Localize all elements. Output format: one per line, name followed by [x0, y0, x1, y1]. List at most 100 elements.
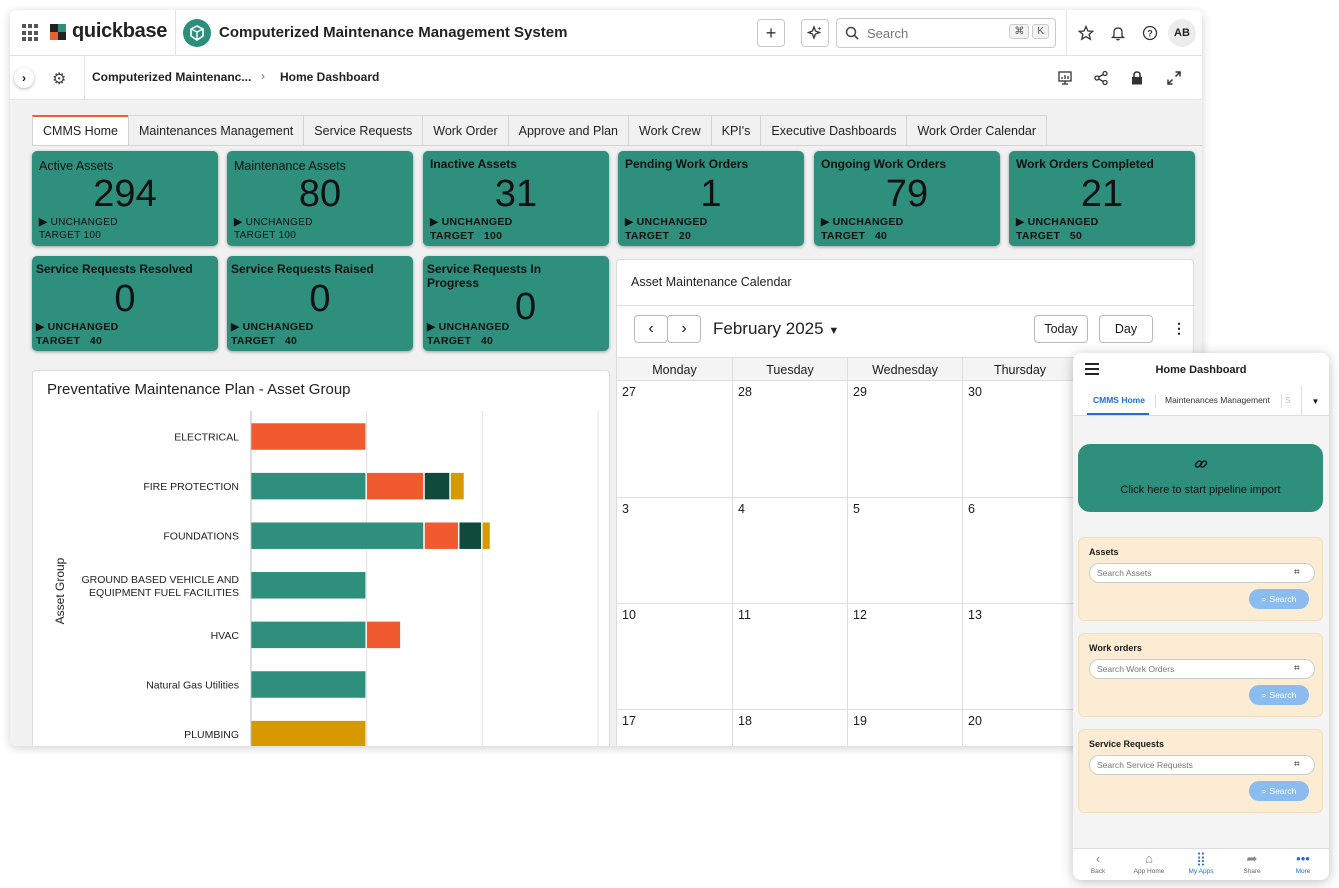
help-icon[interactable]: ? — [1140, 23, 1160, 43]
next-month-button[interactable]: › — [667, 315, 701, 343]
quickbase-logo[interactable]: quickbase — [50, 20, 167, 43]
kpi-target: TARGET 100 — [234, 230, 297, 241]
breadcrumb-current-page: Home Dashboard — [280, 70, 380, 84]
add-button[interactable]: + — [757, 19, 785, 47]
ai-assist-button[interactable] — [801, 19, 829, 47]
tab-cmms-home[interactable]: CMMS Home — [32, 115, 130, 145]
mobile-tab-maintenances-management[interactable]: Maintenances Management — [1165, 395, 1270, 405]
avatar[interactable]: AB — [1168, 19, 1196, 47]
view-day-button[interactable]: Day — [1099, 315, 1153, 343]
kpi-card-maintenance-assets[interactable]: Maintenance Assets 80 ▶ UNCHANGED TARGET… — [227, 151, 413, 246]
search-work-orders-button[interactable]: ⌕ Search — [1249, 685, 1309, 705]
caret-down-icon[interactable]: ▼ — [1301, 386, 1329, 416]
search-assets-input[interactable]: Search Assets — [1089, 563, 1315, 583]
tab-service-requests[interactable]: Service Requests — [303, 115, 424, 145]
presentation-icon[interactable] — [1055, 68, 1075, 88]
chevron-right-icon: › — [22, 71, 26, 85]
calendar-day-cell[interactable]: 28 — [733, 381, 848, 498]
divider — [175, 10, 176, 56]
play-icon: ▶ — [36, 321, 48, 333]
calendar-day-cell[interactable]: 30 — [963, 381, 1078, 498]
kpi-title: Inactive Assets — [430, 157, 517, 171]
share-icon[interactable] — [1091, 68, 1111, 88]
today-button[interactable]: Today — [1034, 315, 1088, 343]
footer-share[interactable]: ➦ Share — [1230, 851, 1274, 875]
calendar-day-cell[interactable]: 27 — [617, 381, 733, 498]
play-icon: ▶ — [430, 216, 442, 228]
calendar-day-cell[interactable]: 4 — [733, 498, 848, 604]
mobile-footer-nav: ‹ Back ⌂ App Home ⣿ My Apps ➦ Share ••• More — [1073, 848, 1329, 880]
calendar-day-cell[interactable]: 19 — [848, 710, 963, 746]
barcode-scan-icon[interactable]: ⌗ — [1294, 663, 1300, 674]
calendar-day-cell[interactable]: 6 — [963, 498, 1078, 604]
kpi-title: Maintenance Assets — [234, 159, 346, 173]
kpi-card-service-requests-raised[interactable]: Service Requests Raised 0 ▶ UNCHANGED TA… — [227, 256, 413, 351]
barcode-scan-icon[interactable]: ⌗ — [1294, 759, 1300, 770]
kpi-card-service-requests-in-progress[interactable]: Service Requests In Progress 0 ▶ UNCHANG… — [423, 256, 609, 351]
weekday-header: Wednesday — [848, 357, 963, 381]
mobile-tab-service-requests[interactable]: S — [1285, 395, 1291, 405]
search-input[interactable] — [867, 25, 1007, 41]
breadcrumb-app-link[interactable]: Computerized Maintenanc... — [92, 70, 251, 84]
chart-category-label: Natural Gas Utilities — [146, 680, 239, 692]
app-icon[interactable] — [183, 19, 211, 47]
kpi-target: TARGET 40 — [36, 335, 103, 347]
footer-back[interactable]: ‹ Back — [1076, 851, 1120, 875]
pipeline-import-label: Click here to start pipeline import — [1120, 484, 1281, 496]
calendar-day-cell[interactable]: 3 — [617, 498, 733, 604]
calendar-day-cell[interactable]: 11 — [733, 604, 848, 710]
lock-icon[interactable] — [1127, 68, 1147, 88]
kpi-card-service-requests-resolved[interactable]: Service Requests Resolved 0 ▶ UNCHANGED … — [32, 256, 218, 351]
calendar-day-cell[interactable]: 18 — [733, 710, 848, 746]
mobile-tab-cmms-home[interactable]: CMMS Home — [1093, 395, 1145, 405]
calendar-day-cell[interactable]: 29 — [848, 381, 963, 498]
search-service-requests-button[interactable]: ⌕ Search — [1249, 781, 1309, 801]
search-service-requests-input[interactable]: Search Service Requests — [1089, 755, 1315, 775]
tab-work-crew[interactable]: Work Crew — [628, 115, 712, 145]
search-work-orders-input[interactable]: Search Work Orders — [1089, 659, 1315, 679]
gear-icon[interactable]: ⚙ — [52, 69, 66, 89]
calendar-day-cell[interactable]: 20 — [963, 710, 1078, 746]
month-picker[interactable]: February 2025 ▼ — [713, 319, 839, 339]
footer-more[interactable]: ••• More — [1281, 851, 1325, 875]
expand-sidebar-button[interactable]: › — [14, 68, 34, 88]
calendar-day-cell[interactable]: 12 — [848, 604, 963, 710]
calendar-day-cell[interactable]: 17 — [617, 710, 733, 746]
kpi-card-pending-work-orders[interactable]: Pending Work Orders 1 ▶ UNCHANGED TARGET… — [618, 151, 804, 246]
search-assets-button[interactable]: ⌕ Search — [1249, 589, 1309, 609]
barcode-scan-icon[interactable]: ⌗ — [1294, 567, 1300, 578]
tab-work-order-calendar[interactable]: Work Order Calendar — [906, 115, 1048, 145]
calendar-day-cell[interactable]: 13 — [963, 604, 1078, 710]
pipeline-import-button[interactable]: Click here to start pipeline import — [1078, 444, 1323, 512]
chart-category-label: ELECTRICAL — [174, 432, 239, 444]
kpi-card-ongoing-work-orders[interactable]: Ongoing Work Orders 79 ▶ UNCHANGED TARGE… — [814, 151, 1000, 246]
app-switcher-icon[interactable] — [22, 24, 40, 42]
calendar-day-cell[interactable]: 10 — [617, 604, 733, 710]
more-vertical-icon[interactable]: ⋮ — [1172, 320, 1186, 337]
tab-maintenances-management[interactable]: Maintenances Management — [128, 115, 305, 145]
footer-my-apps[interactable]: ⣿ My Apps — [1179, 851, 1223, 875]
chart-bar-segment — [250, 720, 366, 746]
kpi-value: 31 — [494, 173, 538, 215]
tab-executive-dashboards[interactable]: Executive Dashboards — [760, 115, 908, 145]
kpi-card-inactive-assets[interactable]: Inactive Assets 31 ▶ UNCHANGED TARGET 10… — [423, 151, 609, 246]
tab-work-order[interactable]: Work Order — [422, 115, 509, 145]
favorites-star-icon[interactable] — [1076, 23, 1096, 43]
fullscreen-icon[interactable] — [1164, 68, 1184, 88]
kpi-card-work-orders-completed[interactable]: Work Orders Completed 21 ▶ UNCHANGED TAR… — [1009, 151, 1195, 246]
tab-approve-and-plan[interactable]: Approve and Plan — [507, 115, 630, 145]
kpi-card-active-assets[interactable]: Active Assets 294 ▶ UNCHANGED TARGET 100 — [32, 151, 218, 246]
kpi-value: 80 — [298, 173, 342, 215]
prev-month-button[interactable]: ‹ — [634, 315, 668, 343]
tab-kpis[interactable]: KPI's — [710, 115, 762, 145]
calendar-day-cell[interactable]: 5 — [848, 498, 963, 604]
footer-app-home[interactable]: ⌂ App Home — [1127, 851, 1171, 875]
weekday-header: Monday — [617, 357, 733, 381]
mobile-page-title: Home Dashboard — [1155, 364, 1247, 376]
assets-search-card: Assets Search Assets ⌗ ⌕ Search — [1078, 537, 1323, 621]
global-search[interactable]: ⌘K — [836, 18, 1056, 48]
bell-icon[interactable] — [1108, 23, 1128, 43]
weekday-header: Tuesday — [733, 357, 848, 381]
play-icon: ▶ — [821, 216, 833, 228]
kpi-value: 21 — [1080, 173, 1124, 215]
